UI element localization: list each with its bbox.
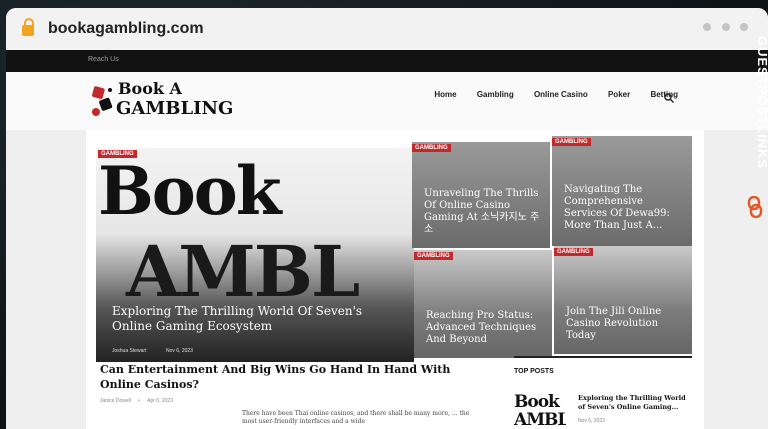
article-date: Apr 6, 2023 bbox=[147, 398, 173, 404]
category-badge[interactable]: GAMBLING bbox=[554, 248, 593, 256]
article-preview: Can Entertainment And Big Wins Go Hand I… bbox=[100, 362, 480, 404]
guestpostlinks-watermark: GUESTPOSTLINKS bbox=[755, 36, 768, 170]
tile-title[interactable]: Navigating The Comprehensive Services Of… bbox=[564, 184, 684, 232]
tile-title[interactable]: Join The Jili Online Casino Revolution T… bbox=[566, 306, 686, 342]
tile-title[interactable]: Reaching Pro Status: Advanced Techniques… bbox=[426, 310, 546, 346]
hero-title[interactable]: Exploring The Thrilling World Of Seven's… bbox=[112, 304, 402, 334]
hero-bg-word: AMBL bbox=[126, 230, 360, 313]
logo-text-bottom: GAMBLING bbox=[116, 98, 234, 119]
window-dot-icon[interactable] bbox=[740, 23, 748, 31]
window-controls bbox=[697, 18, 748, 36]
hero-bg-word: Book bbox=[98, 152, 282, 230]
post-thumbnail[interactable]: Book AMBL bbox=[514, 392, 566, 428]
hero-tile[interactable]: GAMBLING Navigating The Comprehensive Se… bbox=[552, 136, 692, 246]
article-meta: Janice Dowell • Apr 6, 2023 bbox=[100, 398, 173, 404]
sidebar: TOP POSTS Book AMBL Exploring the Thrill… bbox=[514, 356, 692, 428]
hero-tile[interactable]: GAMBLING Reaching Pro Status: Advanced T… bbox=[414, 250, 552, 358]
window-dot-icon[interactable] bbox=[721, 23, 730, 31]
thumb-word: AMBL bbox=[514, 410, 566, 428]
sidebar-post-title[interactable]: Exploring the Thrilling World of Seven's… bbox=[578, 394, 692, 412]
hero-tile[interactable]: GAMBLING Join The Jili Online Casino Rev… bbox=[554, 246, 692, 354]
category-badge[interactable]: GAMBLING bbox=[414, 252, 453, 260]
chain-link-icon bbox=[747, 196, 763, 218]
search-icon[interactable] bbox=[664, 93, 674, 103]
article-title[interactable]: Can Entertainment And Big Wins Go Hand I… bbox=[100, 362, 480, 392]
thumb-word: Book bbox=[514, 392, 560, 412]
hero-tile[interactable]: GAMBLING Unraveling The Thrills Of Onlin… bbox=[412, 142, 550, 248]
sidebar-heading: TOP POSTS bbox=[514, 356, 692, 375]
window-dot-icon[interactable] bbox=[703, 23, 712, 31]
top-bar: Reach Us bbox=[6, 50, 768, 72]
logo-text-top: Book A bbox=[118, 79, 182, 98]
category-badge[interactable]: GAMBLING bbox=[98, 150, 137, 158]
article-author[interactable]: Janice Dowell bbox=[100, 398, 131, 404]
nav-poker[interactable]: Poker bbox=[608, 90, 630, 99]
url-text[interactable]: bookagambling.com bbox=[48, 20, 204, 38]
article-excerpt: There have been Thai online casinos, and… bbox=[242, 410, 470, 425]
sidebar-post-date: Nov 6, 2023 bbox=[578, 418, 605, 424]
hero-date: Nov 6, 2023 bbox=[166, 348, 193, 354]
main-nav: Home Gambling Online Casino Poker Bettin… bbox=[416, 90, 678, 99]
nav-home[interactable]: Home bbox=[434, 90, 456, 99]
hero-author[interactable]: Joshua Stewart bbox=[112, 348, 146, 354]
dice-logo-icon bbox=[92, 86, 113, 116]
nav-gambling[interactable]: Gambling bbox=[477, 90, 514, 99]
address-bar[interactable]: bookagambling.com bbox=[6, 8, 768, 51]
site-logo[interactable]: Book A GAMBLING bbox=[90, 78, 234, 122]
site-header: Book A GAMBLING Home Gambling Online Cas… bbox=[6, 72, 768, 130]
hero-main-tile[interactable]: Book AMBL GAMBLING Exploring The Thrilli… bbox=[96, 148, 414, 362]
tile-title[interactable]: Unraveling The Thrills Of Online Casino … bbox=[424, 188, 544, 236]
lock-icon bbox=[22, 18, 34, 36]
category-badge[interactable]: GAMBLING bbox=[552, 138, 591, 146]
category-badge[interactable]: GAMBLING bbox=[412, 144, 451, 152]
nav-online-casino[interactable]: Online Casino bbox=[534, 90, 588, 99]
reach-us-link[interactable]: Reach Us bbox=[88, 56, 119, 63]
